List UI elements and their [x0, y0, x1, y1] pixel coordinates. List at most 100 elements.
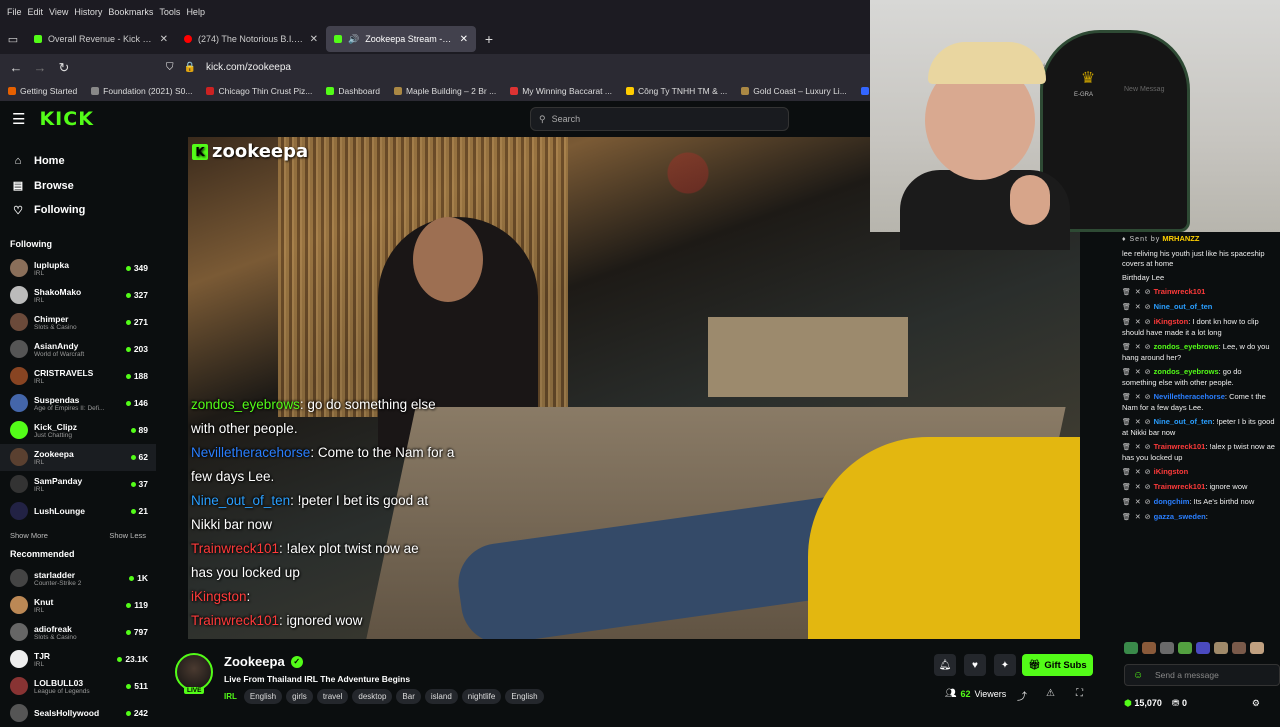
stream-tag[interactable]: Bar: [396, 689, 421, 704]
show-more-button[interactable]: Show More: [10, 531, 48, 545]
avatar[interactable]: [10, 502, 28, 520]
channel-item-tjr[interactable]: TJR IRL 23.1K: [0, 646, 156, 673]
bookmark-item[interactable]: Sign in - Drea: [860, 86, 870, 96]
menu-item-edit[interactable]: Edit: [28, 7, 44, 17]
chat-username[interactable]: Nine_out_of_ten: [1154, 417, 1213, 426]
chat-settings-icon[interactable]: ⚙: [1252, 698, 1260, 709]
reload-button[interactable]: ↻: [52, 60, 76, 76]
emote[interactable]: [1214, 642, 1228, 654]
avatar[interactable]: [10, 394, 28, 412]
stream-tag[interactable]: girls: [286, 689, 313, 704]
chat-username[interactable]: Trainwreck101: [1154, 287, 1206, 296]
close-tab-icon[interactable]: ✕: [460, 34, 468, 45]
streamer-avatar[interactable]: [175, 653, 213, 691]
menu-item-view[interactable]: View: [49, 7, 68, 17]
nav-following[interactable]: ♡ Following: [12, 198, 156, 223]
gift-subs-button[interactable]: 🎁︎ Gift Subs: [1022, 654, 1093, 676]
bookmark-item[interactable]: Getting Started: [8, 86, 77, 96]
avatar[interactable]: [10, 340, 28, 358]
avatar[interactable]: [10, 259, 28, 277]
close-tab-icon[interactable]: ✕: [310, 34, 318, 45]
channel-item-luplupka[interactable]: luplupka IRL 349: [0, 255, 156, 282]
stream-tag[interactable]: desktop: [352, 689, 393, 704]
emote[interactable]: [1142, 642, 1156, 654]
url-text[interactable]: kick.com/zookeepa: [206, 62, 291, 73]
category-link[interactable]: IRL: [224, 692, 237, 701]
mod-actions[interactable]: 🗑 ✕ ⊘: [1122, 394, 1152, 401]
nav-home[interactable]: ⌂ Home: [12, 149, 156, 174]
channel-item-suspendas[interactable]: Suspendas Age of Empires II: Defi... 146: [0, 390, 156, 417]
chat-username[interactable]: gazza_sweden: [1154, 512, 1206, 521]
stream-tag[interactable]: island: [424, 689, 458, 704]
mod-actions[interactable]: 🗑 ✕ ⊘: [1122, 484, 1152, 491]
mod-actions[interactable]: 🗑 ✕ ⊘: [1122, 469, 1152, 476]
tab-list-icon[interactable]: ▭: [0, 33, 26, 46]
stream-tag[interactable]: nightlife: [461, 689, 502, 704]
tab-youtube[interactable]: (274) The Notorious B.I.G. - Juic ✕: [176, 26, 326, 52]
channel-item-knut[interactable]: Knut IRL 119: [0, 592, 156, 619]
mod-actions[interactable]: 🗑 ✕ ⊘: [1122, 499, 1152, 506]
bookmark-item[interactable]: Gold Coast – Luxury Li...: [741, 86, 847, 96]
menu-item-file[interactable]: File: [7, 7, 22, 17]
emote[interactable]: [1196, 642, 1210, 654]
channel-item-sealshollywood[interactable]: SealsHollywood 242: [0, 700, 156, 727]
report-icon[interactable]: ⚠: [1046, 688, 1055, 699]
chat-username[interactable]: iKingston: [1154, 317, 1189, 326]
channel-item-lolbull03[interactable]: LOLBULL03 League of Legends 511: [0, 673, 156, 700]
notification-bell-button[interactable]: 🔔︎: [934, 654, 956, 676]
bookmark-item[interactable]: My Winning Baccarat ...: [510, 86, 612, 96]
nav-browse[interactable]: ▤ Browse: [12, 174, 156, 199]
channel-item-kick_clipz[interactable]: Kick_Clipz Just Chatting 89: [0, 417, 156, 444]
emote[interactable]: [1124, 642, 1138, 654]
stream-tag[interactable]: English: [505, 689, 544, 704]
avatar[interactable]: [10, 421, 28, 439]
chat-username[interactable]: Nevilletheracehorse: [1154, 392, 1225, 401]
emote[interactable]: [1178, 642, 1192, 654]
avatar[interactable]: [10, 367, 28, 385]
chat-username[interactable]: Trainwreck101: [1154, 482, 1206, 491]
show-less-button[interactable]: Show Less: [109, 531, 146, 545]
tab-zookeepa[interactable]: 🔊 Zookeepa Stream - Watch ✕: [326, 26, 476, 52]
channel-item-starladder[interactable]: starladder Counter-Strike 2 1K: [0, 565, 156, 592]
channel-item-chimper[interactable]: Chimper Slots & Casino 271: [0, 309, 156, 336]
avatar[interactable]: [10, 623, 28, 641]
bookmark-item[interactable]: Maple Building – 2 Br ...: [393, 86, 496, 96]
mod-actions[interactable]: 🗑 ✕ ⊘: [1122, 304, 1152, 311]
chat-username[interactable]: Trainwreck101: [1154, 442, 1206, 451]
mod-actions[interactable]: 🗑 ✕ ⊘: [1122, 369, 1152, 376]
follow-heart-button[interactable]: ♥: [964, 654, 986, 676]
avatar[interactable]: [10, 475, 28, 493]
channel-item-sampanday[interactable]: SamPanday IRL 37: [0, 471, 156, 498]
streamer-name[interactable]: Zookeepa ✓: [224, 654, 303, 669]
points-display[interactable]: ⬢ 15,070: [1124, 698, 1162, 709]
menu-icon[interactable]: ☰: [12, 110, 25, 128]
mod-actions[interactable]: 🗑 ✕ ⊘: [1122, 419, 1152, 426]
stream-tag[interactable]: travel: [316, 689, 349, 704]
channel-item-zookeepa[interactable]: Zookeepa IRL 62: [0, 443, 156, 471]
mod-actions[interactable]: 🗑 ✕ ⊘: [1122, 344, 1152, 351]
chat-username[interactable]: iKingston: [1154, 467, 1189, 476]
bookmark-item[interactable]: Foundation (2021) S0...: [91, 86, 192, 96]
channel-item-lushlounge[interactable]: LushLounge 21: [0, 498, 156, 525]
emote[interactable]: [1250, 642, 1264, 654]
menu-item-history[interactable]: History: [74, 7, 102, 17]
streamer-name-text[interactable]: Zookeepa: [224, 654, 285, 669]
url-bar[interactable]: ⛉ 🔒 kick.com/zookeepa: [166, 62, 291, 73]
share-icon[interactable]: ⤴: [1017, 688, 1027, 703]
mod-actions[interactable]: ♦ Sent by: [1122, 236, 1160, 243]
chat-username[interactable]: zondos_eyebrows: [1154, 367, 1219, 376]
menu-item-bookmarks[interactable]: Bookmarks: [108, 7, 153, 17]
kick-logo[interactable]: KICK: [39, 108, 93, 130]
avatar[interactable]: [10, 596, 28, 614]
chat-username[interactable]: Nine_out_of_ten: [1154, 302, 1213, 311]
channel-item-cristravels[interactable]: CRISTRAVELS IRL 188: [0, 363, 156, 390]
theater-mode-icon[interactable]: ⛶: [1076, 688, 1083, 699]
menu-item-help[interactable]: Help: [186, 7, 205, 17]
points2-display[interactable]: ⛃ 0: [1172, 698, 1187, 709]
speaker-icon[interactable]: 🔊: [348, 34, 359, 45]
avatar[interactable]: [10, 650, 28, 668]
channel-item-adiofreak[interactable]: adiofreak Slots & Casino 797: [0, 619, 156, 646]
channel-item-shakomako[interactable]: ShakoMako IRL 327: [0, 282, 156, 309]
mod-actions[interactable]: 🗑 ✕ ⊘: [1122, 444, 1152, 451]
mod-actions[interactable]: 🗑 ✕ ⊘: [1122, 319, 1152, 326]
